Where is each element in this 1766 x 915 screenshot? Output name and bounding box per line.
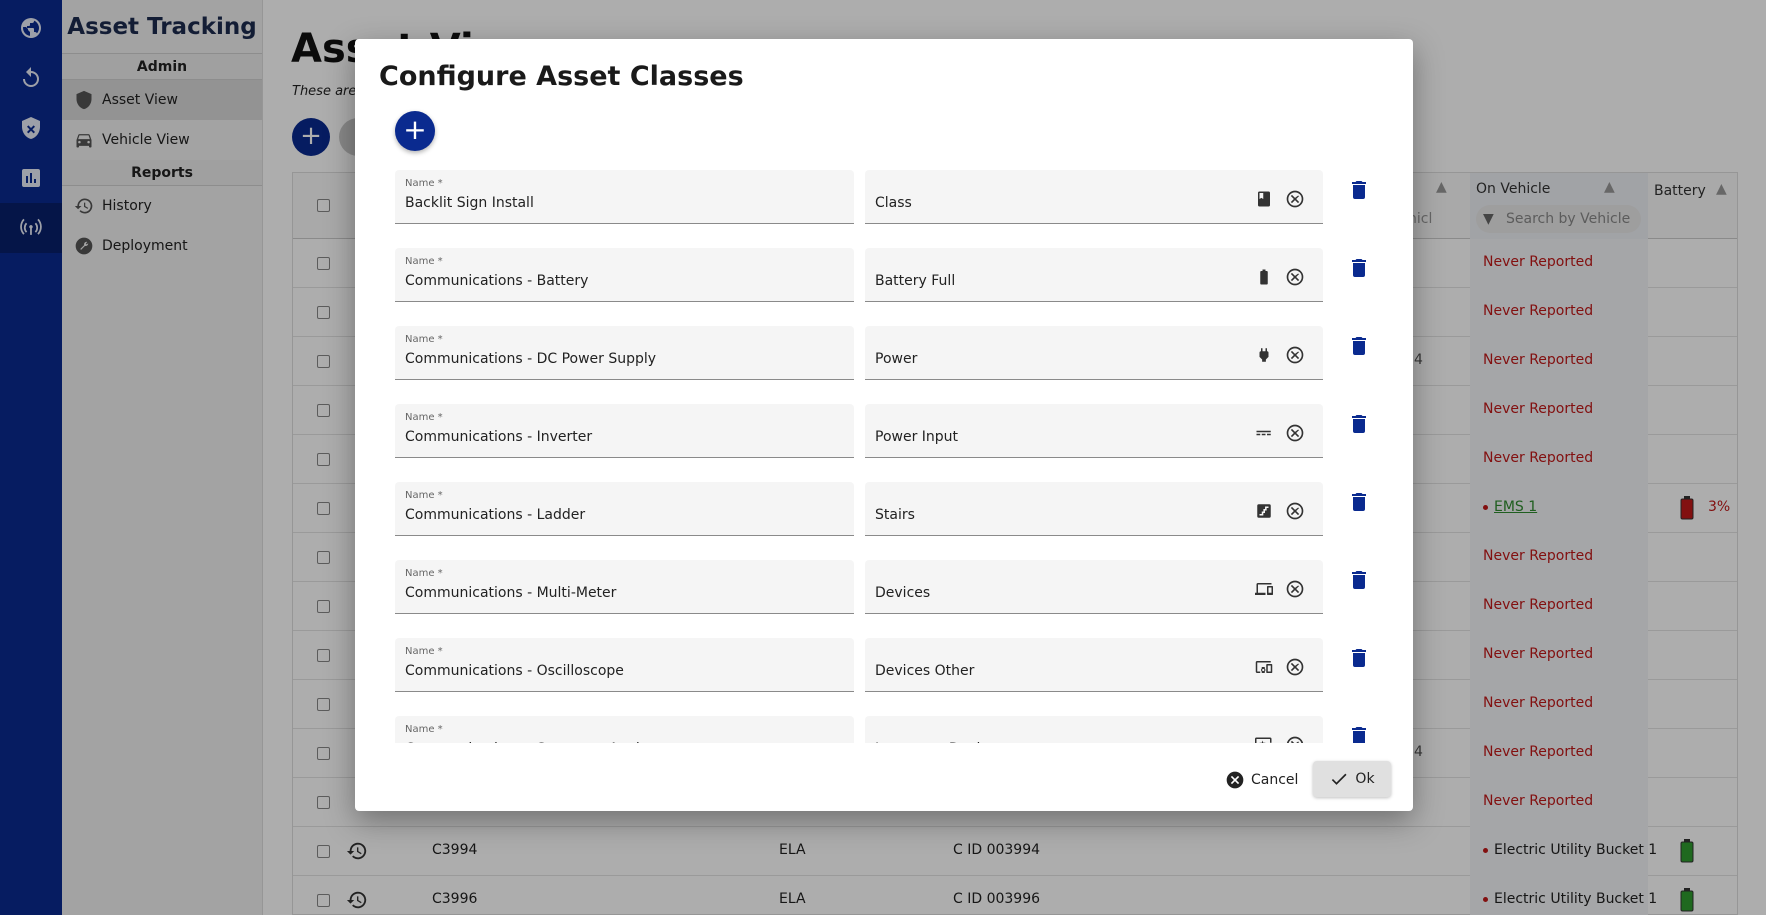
class-name-label: Name * (405, 568, 443, 579)
class-name-field[interactable]: Name * Communications - DC Power Supply (395, 326, 854, 380)
asset-class-row: Name * Communications - Ladder Stairs (395, 482, 1395, 538)
class-icon-field[interactable]: Class (865, 170, 1323, 224)
class-name-field[interactable]: Name * Communications - Spectrum Analyzer (395, 716, 854, 743)
delete-icon[interactable] (1347, 724, 1371, 743)
class-name-field[interactable]: Name * Backlit Sign Install (395, 170, 854, 224)
asset-class-row: Name * Communications - Spectrum Analyzer… (395, 716, 1395, 743)
class-name-value: Communications - Spectrum Analyzer (405, 741, 670, 743)
configure-asset-classes-dialog: Configure Asset Classes + Name * Backlit … (355, 39, 1413, 811)
class-name-field[interactable]: Name * Communications - Multi-Meter (395, 560, 854, 614)
class-name-value: Backlit Sign Install (405, 195, 534, 211)
class-icon-value: Devices Other (875, 663, 975, 679)
delete-icon[interactable] (1347, 178, 1371, 202)
class-name-field[interactable]: Name * Communications - Inverter (395, 404, 854, 458)
clear-icon[interactable] (1285, 657, 1305, 677)
class-name-value: Communications - DC Power Supply (405, 351, 657, 367)
class-name-label: Name * (405, 646, 443, 657)
asset-class-row: Name * Communications - Oscilloscope Devic… (395, 638, 1395, 694)
delete-icon[interactable] (1347, 646, 1371, 670)
power-plug-icon (1255, 346, 1273, 364)
class-name-field[interactable]: Name * Communications - Battery (395, 248, 854, 302)
class-name-value: Communications - Multi-Meter (405, 585, 617, 601)
asset-class-row: Name * Backlit Sign Install Class (395, 170, 1395, 226)
devices-icon (1255, 580, 1273, 598)
class-icon-field[interactable]: Devices Other (865, 638, 1323, 692)
class-icon-field[interactable]: Battery Full (865, 248, 1323, 302)
asset-class-row: Name * Communications - Battery Battery Fu… (395, 248, 1395, 304)
battery-full-icon (1255, 268, 1273, 286)
class-name-field[interactable]: Name * Communications - Oscilloscope (395, 638, 854, 692)
clear-icon[interactable] (1285, 735, 1305, 743)
asset-class-list[interactable]: Name * Backlit Sign Install Class Name * Com… (355, 169, 1413, 743)
asset-class-row: Name * Communications - DC Power Supply Po… (395, 326, 1395, 382)
delete-icon[interactable] (1347, 412, 1371, 436)
delete-icon[interactable] (1347, 490, 1371, 514)
class-name-field[interactable]: Name * Communications - Ladder (395, 482, 854, 536)
asset-class-row: Name * Communications - Multi-Meter Device… (395, 560, 1395, 616)
class-icon-field[interactable]: Power (865, 326, 1323, 380)
class-icon-value: Important Devices (875, 741, 1004, 743)
clear-icon[interactable] (1285, 423, 1305, 443)
class-name-label: Name * (405, 724, 443, 735)
cancel-label: Cancel (1251, 772, 1299, 788)
important-devices-icon (1255, 736, 1273, 743)
class-icon-value: Devices (875, 585, 931, 601)
class-name-label: Name * (405, 256, 443, 267)
clear-icon[interactable] (1285, 267, 1305, 287)
class-icon-value: Class (875, 195, 912, 211)
class-name-value: Communications - Oscilloscope (405, 663, 624, 679)
class-name-value: Communications - Ladder (405, 507, 586, 523)
asset-class-row: Name * Communications - Inverter Power Inp… (395, 404, 1395, 460)
class-icon-value: Power (875, 351, 918, 367)
cancel-icon (1226, 771, 1244, 789)
power-input-icon (1255, 424, 1273, 442)
class-name-value: Communications - Battery (405, 273, 589, 289)
add-class-button[interactable]: + (395, 111, 435, 151)
class-name-label: Name * (405, 178, 443, 189)
ok-label: Ok (1355, 771, 1375, 787)
cancel-button[interactable]: Cancel (1217, 763, 1306, 797)
class-icon-field[interactable]: Devices (865, 560, 1323, 614)
dialog-actions: Cancel Ok (355, 755, 1413, 805)
check-icon (1332, 773, 1347, 785)
delete-icon[interactable] (1347, 334, 1371, 358)
class-name-label: Name * (405, 334, 443, 345)
dialog-title: Configure Asset Classes (379, 61, 744, 92)
class-icon-value: Stairs (875, 507, 915, 523)
clear-icon[interactable] (1285, 501, 1305, 521)
stairs-icon (1255, 502, 1273, 520)
ok-button[interactable]: Ok (1313, 761, 1391, 797)
class-icon-value: Battery Full (875, 273, 956, 289)
class-icon (1255, 190, 1273, 208)
delete-icon[interactable] (1347, 568, 1371, 592)
class-name-label: Name * (405, 490, 443, 501)
class-icon-field[interactable]: Stairs (865, 482, 1323, 536)
class-icon-value: Power Input (875, 429, 959, 445)
clear-icon[interactable] (1285, 579, 1305, 599)
class-icon-field[interactable]: Important Devices (865, 716, 1323, 743)
class-name-label: Name * (405, 412, 443, 423)
clear-icon[interactable] (1285, 189, 1305, 209)
clear-icon[interactable] (1285, 345, 1305, 365)
class-icon-field[interactable]: Power Input (865, 404, 1323, 458)
devices-other-icon (1255, 658, 1273, 676)
delete-icon[interactable] (1347, 256, 1371, 280)
class-name-value: Communications - Inverter (405, 429, 593, 445)
